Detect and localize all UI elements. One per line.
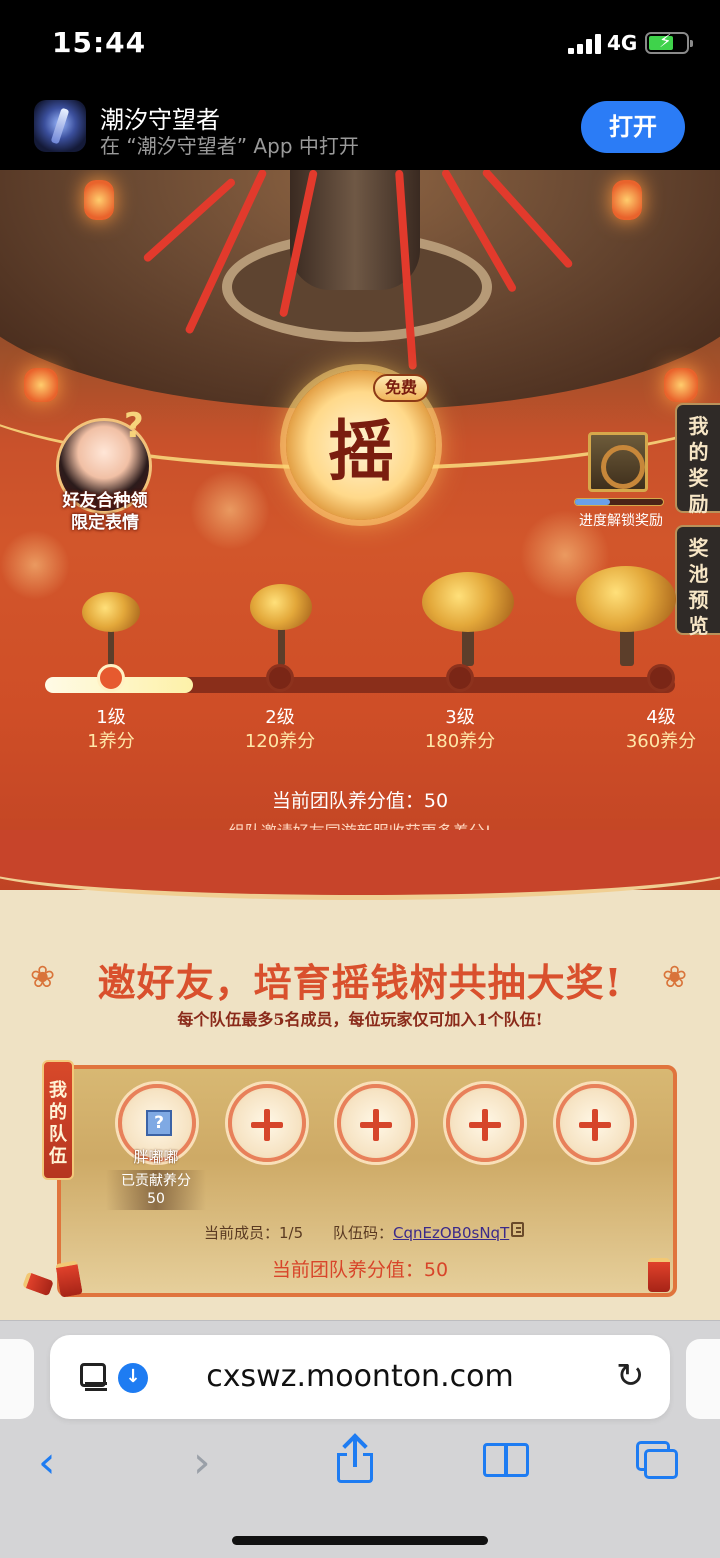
level-progress-track (45, 677, 675, 693)
signal-icon (568, 34, 602, 54)
team-member-count: 当前成员：1/5 (204, 1224, 304, 1242)
level-score: 360养分 (625, 731, 697, 752)
plus-icon (592, 1109, 598, 1141)
level-score: 180养分 (424, 731, 496, 752)
team-score-summary: 当前团队养分值：50 (271, 1259, 449, 1281)
plus-icon (373, 1109, 379, 1141)
member-name: 胖嘟嘟 (133, 1148, 179, 1166)
level-score: 120养分 (244, 731, 316, 752)
lantern-icon (612, 180, 642, 220)
app-open-hint: 在 “潮汐守望者” App 中打开 (100, 134, 359, 158)
firework-icon (0, 530, 70, 600)
share-icon[interactable] (337, 1433, 373, 1485)
level-score: 1养分 (87, 731, 135, 752)
tree-level-2-icon (246, 582, 316, 666)
my-rewards-tab[interactable]: 我的奖励 (675, 403, 720, 516)
prize-pool-tab[interactable]: 奖池预览 (675, 525, 720, 638)
reload-icon[interactable]: ↻ (616, 1359, 645, 1393)
plus-icon (482, 1109, 488, 1141)
level-label: 3级 (445, 707, 475, 728)
battery-icon: ⚡ (645, 31, 693, 54)
home-indicator (232, 1536, 488, 1545)
tabs-icon[interactable] (636, 1441, 680, 1481)
smart-app-banner: 潮汐守望者 在 “潮汐守望者” App 中打开 打开 (0, 90, 720, 170)
friend-feature-label[interactable]: 好友合种领 限定表情 (46, 490, 164, 534)
my-team-tag: 我的队伍 (42, 1060, 74, 1180)
url-text[interactable]: cxswz.moonton.com (50, 1359, 670, 1394)
copy-icon[interactable] (511, 1222, 524, 1237)
free-badge: 免费 (373, 374, 429, 402)
back-icon[interactable]: ‹ (38, 1441, 56, 1485)
event-rules-line: 每个队伍最多5名成员，每位玩家仅可加入1个队伍! (177, 1010, 543, 1029)
status-time: 15:44 (52, 26, 147, 59)
lantern-icon (84, 180, 114, 220)
shake-label: 摇 (328, 412, 394, 490)
reward-progress-bar (574, 498, 664, 506)
tree-level-1-icon (76, 586, 146, 666)
app-icon (34, 100, 86, 152)
next-tab-preview[interactable] (686, 1339, 720, 1419)
member-contribution: 已贡献养分 50 (106, 1170, 206, 1210)
progress-reward-icon[interactable] (588, 432, 648, 492)
event-headline: 邀好友，培育摇钱树共抽大奖! (97, 960, 623, 1005)
event-page: 摇 免费 ? 好友合种领 限定表情 进度解锁奖励 我的奖励 奖池预览 1级 1养… (0, 170, 720, 1320)
tree-level-4-icon (574, 562, 680, 666)
bookmarks-icon[interactable] (483, 1443, 531, 1479)
team-code[interactable]: CqnEzOB0sNqT (393, 1224, 509, 1242)
team-code-row: 队伍码：CqnEzOB0sNqT (333, 1224, 510, 1242)
player-avatar-icon: ? (146, 1110, 172, 1136)
firework-icon (190, 470, 270, 550)
invite-slot[interactable] (337, 1084, 415, 1162)
progress-reward-label: 进度解锁奖励 (579, 513, 663, 529)
previous-tab-preview[interactable] (0, 1339, 34, 1419)
invite-slot[interactable] (556, 1084, 634, 1162)
level-node-1 (97, 664, 125, 692)
address-bar[interactable]: ↓ cxswz.moonton.com ↻ (50, 1335, 670, 1419)
status-bar: 15:44 4G ⚡ (0, 0, 720, 90)
level-node-2 (266, 664, 294, 692)
open-app-button[interactable]: 打开 (581, 101, 685, 153)
wave-divider (0, 830, 720, 900)
tree-level-3-icon (418, 568, 518, 666)
level-node-4 (647, 664, 675, 692)
level-label: 2级 (265, 707, 295, 728)
invite-slot[interactable] (446, 1084, 524, 1162)
plus-icon (264, 1109, 270, 1141)
level-node-3 (446, 664, 474, 692)
invite-slot[interactable] (228, 1084, 306, 1162)
question-icon: ? (124, 406, 144, 446)
network-label: 4G (607, 31, 638, 55)
level-label: 4级 (646, 707, 676, 728)
team-score-text: 当前团队养分值：50 (271, 790, 449, 812)
forward-icon[interactable]: › (193, 1441, 211, 1485)
level-label: 1级 (96, 707, 126, 728)
firecracker-icon (648, 1258, 670, 1292)
browser-toolbar: ↓ cxswz.moonton.com ↻ ‹ › (0, 1320, 720, 1558)
